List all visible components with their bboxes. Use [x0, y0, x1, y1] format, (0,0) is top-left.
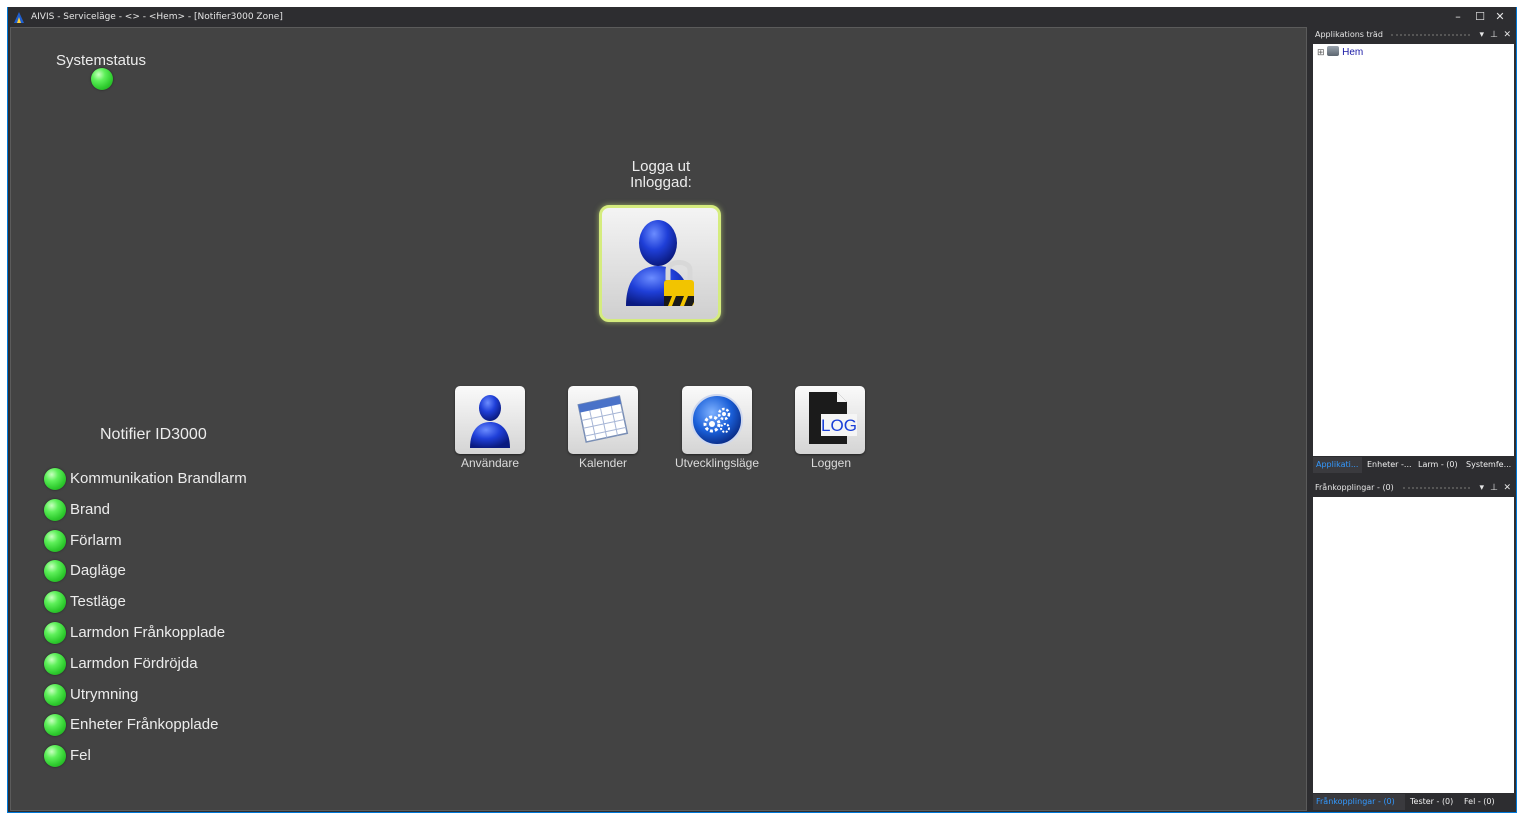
- tab-fel[interactable]: Fel - (0): [1461, 794, 1513, 810]
- status-indicator: [44, 683, 66, 706]
- tree-item-hem[interactable]: ⊞ Hem: [1317, 46, 1363, 58]
- status-indicator: [44, 498, 66, 521]
- system-status-indicator: [91, 68, 113, 90]
- developer-mode-label: Utvecklingsläge: [674, 456, 760, 470]
- app-window: AIVIS - Serviceläge - <> - <Hem> - [Noti…: [7, 7, 1517, 813]
- window-title: AIVIS - Serviceläge - <> - <Hem> - [Noti…: [31, 12, 283, 22]
- close-icon[interactable]: ✕: [1503, 480, 1511, 496]
- pin-icon[interactable]: ⊥: [1490, 480, 1498, 496]
- application-tree-header: Applikations träd ▾ ⊥ ✕: [1311, 27, 1516, 43]
- app-logo-icon: [14, 12, 24, 23]
- logged-in-label: Inloggad:: [630, 174, 692, 191]
- tab-applikations-trad[interactable]: Applikati...: [1313, 457, 1362, 473]
- user-lock-icon: [626, 220, 694, 306]
- status-label: Enheter Frånkopplade: [70, 716, 219, 734]
- pin-icon[interactable]: ⊥: [1490, 27, 1498, 43]
- disconnections-panel: Frånkopplingar - (0) ▾ ⊥ ✕ Frånkopplinga…: [1311, 480, 1516, 811]
- application-tree-panel: Applikations träd ▾ ⊥ ✕ ⊞ Hem Applikati.…: [1311, 27, 1516, 477]
- login-caption: Logga ut Inloggad:: [601, 159, 721, 191]
- expand-icon[interactable]: ⊞: [1317, 47, 1325, 57]
- status-label: Larmdon Fördröjda: [70, 654, 198, 672]
- network-icon: [1327, 46, 1340, 56]
- disconnections-title: Frånkopplingar - (0): [1315, 483, 1394, 492]
- application-tree-tabs: Applikati... Enheter -... Larm - (0) Sys…: [1311, 457, 1516, 473]
- status-indicator: [44, 468, 66, 490]
- tab-larm[interactable]: Larm - (0): [1415, 457, 1463, 473]
- dropdown-icon[interactable]: ▾: [1479, 480, 1484, 496]
- developer-mode-button[interactable]: [682, 386, 752, 454]
- tab-frankopplingar[interactable]: Frånkopplingar - (0): [1313, 794, 1405, 810]
- tab-systemfel[interactable]: Systemfe...: [1463, 457, 1515, 473]
- users-button[interactable]: [455, 386, 525, 454]
- minimize-button[interactable]: –: [1448, 7, 1468, 27]
- main-panel: Systemstatus Logga ut Inloggad: LOG Anvä…: [10, 27, 1307, 811]
- status-label: Larmdon Frånkopplade: [70, 624, 226, 641]
- calendar-button[interactable]: [568, 386, 638, 454]
- close-icon[interactable]: ✕: [1503, 27, 1511, 43]
- close-button[interactable]: ✕: [1490, 7, 1510, 27]
- user-icon: [470, 395, 510, 448]
- drag-grip[interactable]: [1391, 34, 1470, 36]
- title-bar: AIVIS - Serviceläge - <> - <Hem> - [Noti…: [8, 7, 1516, 27]
- status-indicator: [44, 622, 66, 644]
- status-indicator: [44, 745, 66, 768]
- status-label: Dagläge: [70, 562, 126, 580]
- status-label: Förlarm: [70, 531, 122, 549]
- tab-tester[interactable]: Tester - (0): [1407, 794, 1459, 810]
- application-tree: ⊞ Hem: [1313, 44, 1514, 456]
- gears-icon: [691, 394, 743, 446]
- maximize-button[interactable]: ☐: [1470, 7, 1490, 27]
- disconnections-tabs: Frånkopplingar - (0) Tester - (0) Fel - …: [1311, 794, 1516, 810]
- dropdown-icon[interactable]: ▾: [1479, 27, 1484, 43]
- status-indicator: [44, 591, 66, 614]
- disconnections-list: [1313, 497, 1514, 793]
- status-indicator: [44, 560, 66, 583]
- logout-label: Logga ut: [631, 158, 691, 175]
- log-button[interactable]: LOG: [795, 386, 865, 454]
- status-label: Brand: [70, 500, 111, 518]
- status-label: Fel: [70, 747, 91, 765]
- application-tree-title: Applikations träd: [1315, 30, 1383, 39]
- status-indicator: [44, 652, 66, 675]
- system-status-label: Systemstatus: [56, 52, 147, 69]
- drag-grip[interactable]: [1403, 487, 1470, 489]
- log-label: Loggen: [810, 456, 852, 470]
- status-label: Testläge: [70, 593, 126, 611]
- status-label: Utrymning: [70, 685, 139, 703]
- users-label: Användare: [460, 456, 520, 470]
- log-file-icon: LOG: [809, 392, 857, 444]
- status-indicator: [44, 714, 66, 737]
- tree-item-label: Hem: [1342, 47, 1364, 58]
- tab-enheter[interactable]: Enheter -...: [1364, 457, 1413, 473]
- status-indicator: [44, 529, 66, 552]
- disconnections-header: Frånkopplingar - (0) ▾ ⊥ ✕: [1311, 480, 1516, 496]
- logout-button[interactable]: [599, 205, 721, 322]
- status-label: Kommunikation Brandlarm: [70, 470, 247, 487]
- calendar-icon: [577, 395, 629, 443]
- log-icon-text: LOG: [821, 416, 857, 435]
- calendar-label: Kalender: [578, 456, 628, 470]
- panel-title: Notifier ID3000: [100, 426, 207, 443]
